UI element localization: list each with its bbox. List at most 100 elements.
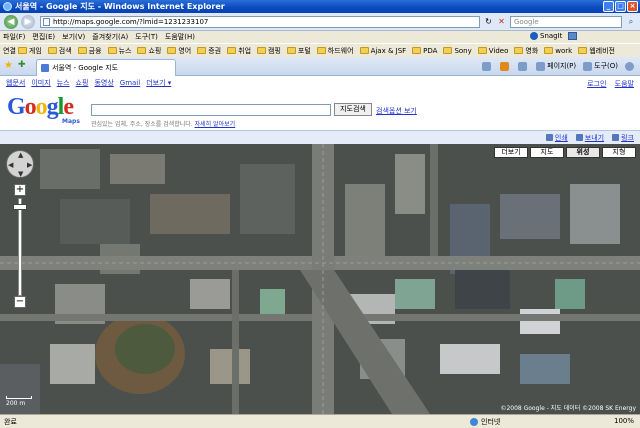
gear-icon — [583, 61, 593, 71]
forward-button[interactable]: ▶ — [21, 15, 35, 29]
link-item[interactable]: 금융 — [77, 46, 102, 56]
refresh-icon[interactable]: ↻ — [483, 16, 494, 28]
map-type-terrain[interactable]: 지형 — [602, 147, 636, 158]
learn-more-link[interactable]: 자세히 알아보기 — [195, 121, 236, 128]
folder-icon — [477, 47, 487, 54]
link-item[interactable]: Ajax & JSF — [359, 47, 406, 55]
link-item[interactable]: 취업 — [227, 46, 251, 56]
search-hint: 관심있는 업체, 주소, 장소를 검색합니다. 자세히 알아보기 — [91, 121, 236, 128]
title-bar: 서울역 - Google 지도 - Windows Internet Explo… — [0, 0, 640, 13]
link-item[interactable]: 포털 — [286, 46, 311, 56]
nav-more[interactable]: 더보기 ▾ — [146, 78, 171, 88]
printer-icon — [545, 134, 553, 141]
zoom-slider-handle[interactable] — [13, 204, 27, 210]
snagit-button[interactable]: SnagIt — [540, 32, 562, 40]
nav-gmail[interactable]: Gmail — [120, 79, 140, 87]
folder-icon — [227, 47, 237, 54]
ie-icon — [3, 2, 12, 11]
printer-icon — [518, 61, 528, 71]
link-item[interactable]: 게임 — [17, 46, 42, 56]
pan-control[interactable]: ▲ ◀ ▶ ▼ — [6, 150, 34, 178]
menu-view[interactable]: 보기(V) — [62, 32, 85, 42]
link-item[interactable]: 영어 — [167, 46, 191, 56]
help-button[interactable] — [625, 61, 636, 71]
zoom-out-button[interactable]: − — [14, 296, 26, 308]
window-controls: _ □ × — [603, 1, 638, 12]
folder-icon — [137, 47, 147, 54]
link-item[interactable]: 웹레비전 — [578, 46, 615, 56]
link-item[interactable]: Sony — [443, 47, 472, 55]
menu-favorites[interactable]: 즐겨찾기(A) — [92, 32, 128, 42]
link-item[interactable]: 증권 — [197, 46, 221, 56]
zoom-in-button[interactable]: + — [14, 184, 26, 196]
folder-icon — [286, 47, 296, 54]
close-button[interactable]: × — [627, 1, 638, 12]
zone-label: 인터넷 — [481, 418, 501, 426]
map-scale: 200 m — [6, 396, 32, 407]
search-options-link[interactable]: 검색옵션 보기 — [376, 106, 417, 116]
add-favorite-icon[interactable]: ✚ — [18, 60, 26, 70]
folder-icon — [257, 47, 267, 54]
menu-edit[interactable]: 편집(E) — [32, 32, 55, 42]
page-icon — [536, 61, 546, 71]
nav-shopping[interactable]: 쇼핑 — [76, 78, 89, 88]
google-logo[interactable]: Google — [7, 95, 74, 119]
maximize-button[interactable]: □ — [615, 1, 626, 12]
feeds-button[interactable] — [500, 61, 511, 71]
link-item[interactable]: 뉴스 — [107, 46, 131, 56]
snagit-capture-icon[interactable] — [568, 32, 578, 40]
tab-active[interactable]: 서울역 - Google 지도 — [36, 59, 176, 76]
link-item[interactable]: 검색 — [47, 46, 72, 56]
page-menu[interactable]: 페이지(P) — [536, 61, 576, 71]
pan-right-icon[interactable]: ▶ — [27, 161, 32, 169]
search-icon[interactable]: ⌕ — [625, 16, 637, 28]
send-link[interactable]: 보내기 — [575, 133, 604, 143]
maps-search-input[interactable] — [91, 104, 331, 116]
url-input[interactable]: http://maps.google.com/?lmid=1231233107 — [40, 16, 480, 28]
zoom-level[interactable]: 100% — [614, 417, 634, 425]
menu-file[interactable]: 파일(F) — [3, 32, 25, 42]
help-icon — [625, 61, 634, 71]
map-type-more[interactable]: 더보기 — [494, 147, 528, 158]
map-type-selector: 더보기 지도 위성 지형 — [494, 147, 636, 158]
pan-left-icon[interactable]: ◀ — [8, 161, 13, 169]
link-link[interactable]: 링크 — [612, 133, 634, 143]
link-item[interactable]: 캠핑 — [257, 46, 281, 56]
tools-menu[interactable]: 도구(O) — [583, 61, 618, 71]
satellite-map[interactable]: 더보기 지도 위성 지형 ▲ ◀ ▶ ▼ + − 200 m ©2008 Goo… — [0, 144, 640, 414]
snagit-icon — [530, 32, 538, 40]
help-link[interactable]: 도움말 — [615, 80, 634, 88]
minimize-button[interactable]: _ — [603, 1, 614, 12]
nav-images[interactable]: 이미지 — [31, 78, 50, 88]
status-text: 완료 — [4, 417, 17, 426]
link-item[interactable]: 쇼핑 — [137, 46, 161, 56]
zoom-slider-track[interactable] — [18, 198, 22, 296]
home-button[interactable] — [482, 61, 493, 71]
search-maps-button[interactable]: 지도검색 — [334, 103, 372, 116]
print-link[interactable]: 인쇄 — [545, 133, 568, 143]
stop-icon[interactable]: ✕ — [496, 16, 507, 28]
back-button[interactable]: ◀ — [4, 15, 18, 29]
pan-up-icon[interactable]: ▲ — [18, 151, 23, 159]
print-button[interactable] — [518, 61, 529, 71]
link-item[interactable]: PDA — [412, 47, 437, 55]
login-link[interactable]: 로그인 — [587, 80, 606, 88]
folder-icon — [47, 47, 57, 54]
map-type-map[interactable]: 지도 — [530, 147, 564, 158]
link-item[interactable]: Video — [477, 47, 508, 55]
link-item[interactable]: 하드웨어 — [316, 46, 354, 56]
menu-help[interactable]: 도움말(H) — [165, 32, 195, 42]
folder-icon — [544, 47, 554, 54]
link-item[interactable]: 영화 — [514, 46, 538, 56]
map-type-satellite[interactable]: 위성 — [566, 147, 600, 158]
link-item[interactable]: work — [544, 47, 572, 55]
pan-down-icon[interactable]: ▼ — [18, 170, 23, 178]
nav-video[interactable]: 동영상 — [94, 78, 113, 88]
search-box[interactable]: Google — [510, 16, 622, 28]
page-icon — [43, 18, 50, 26]
nav-news[interactable]: 뉴스 — [57, 78, 70, 88]
folder-icon — [167, 47, 177, 54]
menu-tools[interactable]: 도구(T) — [135, 32, 158, 42]
nav-web[interactable]: 웹문서 — [6, 78, 25, 88]
favorites-star-icon[interactable]: ★ — [4, 60, 13, 71]
